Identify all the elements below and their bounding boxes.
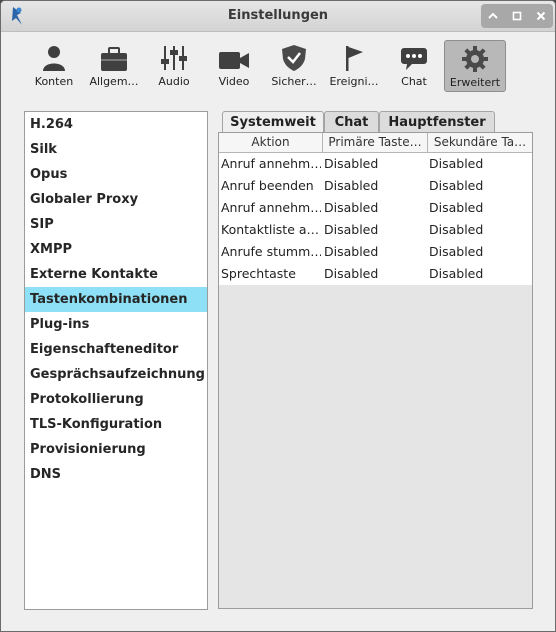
column-header-sekundaere-taste[interactable]: Sekundäre Ta… (428, 133, 532, 152)
sliders-icon (144, 40, 204, 72)
table-row[interactable]: Anrufe stumm… Disabled Disabled (219, 241, 532, 263)
sidebar-item-opus[interactable]: Opus (25, 162, 207, 187)
cell-aktion: Kontaktliste a… (221, 222, 320, 237)
window-controls (481, 4, 553, 28)
cell-aktion: Sprechtaste (221, 266, 296, 281)
cell-aktion: Anruf beenden (221, 178, 314, 193)
sidebar-item-externe-kontakte[interactable]: Externe Kontakte (25, 262, 207, 287)
sidebar-item-tastenkombinationen[interactable]: Tastenkombinationen (25, 287, 207, 312)
cell-aktion: Anruf annehm… (221, 156, 321, 171)
settings-window: Einstellungen Konten Allgem… Audio Video… (0, 0, 556, 632)
sidebar-item-tls-konfiguration[interactable]: TLS-Konfiguration (25, 412, 207, 437)
cell-primaere-taste: Disabled (324, 156, 379, 171)
restore-icon[interactable] (484, 7, 502, 25)
tab-systemweit[interactable]: Systemweit (222, 111, 324, 134)
cell-sekundaere-taste: Disabled (429, 178, 484, 193)
gear-icon (445, 41, 505, 73)
column-header-aktion[interactable]: Aktion (219, 133, 323, 152)
cell-aktion: Anruf annehm… (221, 200, 321, 215)
sidebar-item-sip[interactable]: SIP (25, 212, 207, 237)
cell-sekundaere-taste: Disabled (429, 244, 484, 259)
settings-toolbar: Konten Allgem… Audio Video Sicher… Ereig… (1, 32, 555, 98)
cell-sekundaere-taste: Disabled (429, 156, 484, 171)
briefcase-icon (84, 40, 144, 72)
sidebar-item-h264[interactable]: H.264 (25, 112, 207, 137)
sidebar-item-globaler-proxy[interactable]: Globaler Proxy (25, 187, 207, 212)
column-header-primaere-taste[interactable]: Primäre Taste… (323, 133, 428, 152)
toolbar-allgemein-button[interactable]: Allgem… (84, 40, 144, 90)
table-row[interactable]: Anruf annehm… Disabled Disabled (219, 197, 532, 219)
table-body: Anruf annehm… Disabled Disabled Anruf be… (219, 153, 532, 285)
shield-icon (264, 40, 324, 72)
sidebar-item-protokollierung[interactable]: Protokollierung (25, 387, 207, 412)
table-row[interactable]: Sprechtaste Disabled Disabled (219, 263, 532, 285)
toolbar-audio-button[interactable]: Audio (144, 40, 204, 90)
title-bar[interactable]: Einstellungen (1, 1, 555, 32)
toolbar-ereignisse-button[interactable]: Ereigni… (324, 40, 384, 90)
toolbar-sicherheit-button[interactable]: Sicher… (264, 40, 324, 90)
cell-primaere-taste: Disabled (324, 222, 379, 237)
cell-sekundaere-taste: Disabled (429, 266, 484, 281)
flag-icon (324, 40, 384, 72)
sidebar-item-gespraechsaufzeichnung[interactable]: Gesprächsaufzeichnung (25, 362, 207, 387)
chat-bubble-icon (384, 40, 444, 72)
cell-sekundaere-taste: Disabled (429, 222, 484, 237)
toolbar-konten-button[interactable]: Konten (24, 40, 84, 90)
toolbar-video-button[interactable]: Video (204, 40, 264, 90)
maximize-icon[interactable] (508, 7, 526, 25)
cell-aktion: Anrufe stumm… (221, 244, 321, 259)
person-icon (24, 40, 84, 72)
sidebar-item-silk[interactable]: Silk (25, 137, 207, 162)
table-row[interactable]: Anruf annehm… Disabled Disabled (219, 153, 532, 175)
toolbar-erweitert-button[interactable]: Erweitert (444, 40, 506, 92)
tab-hauptfenster[interactable]: Hauptfenster (379, 111, 495, 133)
video-camera-icon (204, 40, 264, 72)
cell-primaere-taste: Disabled (324, 266, 379, 281)
sidebar-item-plug-ins[interactable]: Plug-ins (25, 312, 207, 337)
cell-sekundaere-taste: Disabled (429, 200, 484, 215)
sidebar-item-eigenschafteneditor[interactable]: Eigenschafteneditor (25, 337, 207, 362)
table-row[interactable]: Kontaktliste a… Disabled Disabled (219, 219, 532, 241)
cell-primaere-taste: Disabled (324, 200, 379, 215)
toolbar-chat-button[interactable]: Chat (384, 40, 444, 90)
window-title: Einstellungen (227, 8, 329, 23)
table-row[interactable]: Anruf beenden Disabled Disabled (219, 175, 532, 197)
table-header: Aktion Primäre Taste… Sekundäre Ta… (219, 133, 532, 153)
close-icon[interactable] (532, 7, 550, 25)
sidebar-item-provisionierung[interactable]: Provisionierung (25, 437, 207, 462)
settings-category-list: H.264 Silk Opus Globaler Proxy SIP XMPP … (24, 111, 208, 610)
shortcuts-table: Aktion Primäre Taste… Sekundäre Ta… Anru… (218, 132, 533, 609)
cell-primaere-taste: Disabled (324, 178, 379, 193)
tab-chat[interactable]: Chat (324, 111, 379, 133)
sidebar-item-xmpp[interactable]: XMPP (25, 237, 207, 262)
cell-primaere-taste: Disabled (324, 244, 379, 259)
sidebar-item-dns[interactable]: DNS (25, 462, 207, 487)
